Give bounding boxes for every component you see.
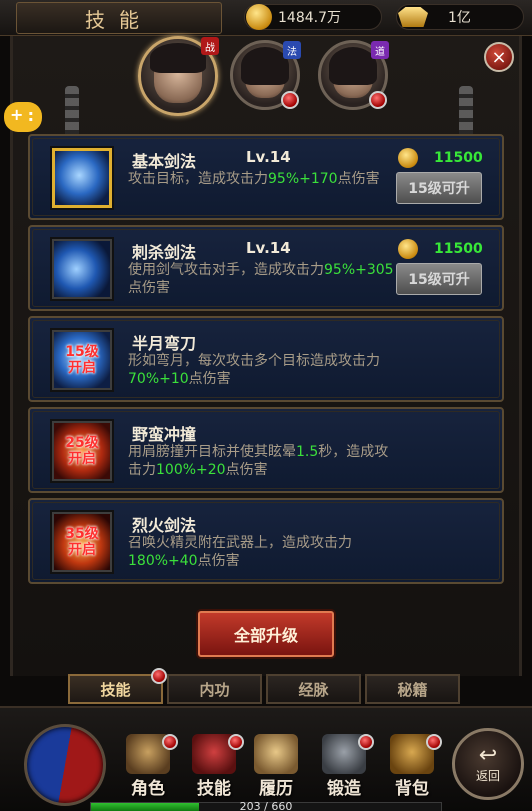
close-button[interactable]: ×: [484, 42, 514, 72]
skill-description: 形如弯月，每次攻击多个目标造成攻击力70%+10点伤害: [128, 353, 380, 387]
skill-description: 使用剑气攻击对手，造成攻击力95%+305点伤害: [128, 262, 394, 296]
cost-amount: 11500: [434, 241, 483, 257]
title-plate: 技能: [16, 2, 222, 34]
skill-description: 召唤火精灵附在武器上，造成攻击力180%+40点伤害: [128, 535, 352, 569]
skill-card[interactable]: 35级 开启 烈火剑法 召唤火精灵附在武器上，造成攻击力180%+40点伤害: [28, 498, 504, 584]
half-moon-icon[interactable]: 15级 开启: [52, 330, 112, 390]
gold-coin-icon: [398, 239, 418, 259]
cost-amount: 11500: [434, 150, 483, 166]
nav-forge-button[interactable]: 锻造: [314, 730, 374, 802]
unlock-level-label: 15级 开启: [65, 344, 99, 376]
skill-level: Lv.14: [246, 239, 291, 257]
sword-slash-icon[interactable]: [52, 148, 112, 208]
bottom-bar: 角色 技能 履历 锻造 背包 ↩ 返回 203 / 660: [0, 706, 532, 811]
notification-dot: [358, 734, 374, 750]
skill-card[interactable]: 15级 开启 半月弯刀 形如弯月，每次攻击多个目标造成攻击力70%+10点伤害: [28, 316, 504, 402]
skill-level: Lv.14: [246, 148, 291, 166]
page-title: 技能: [85, 7, 153, 32]
notification-dot: [151, 668, 167, 684]
tab-meridians[interactable]: 经脉: [266, 674, 361, 704]
upgrade-all-button[interactable]: 全部升级: [198, 611, 334, 657]
notification-dot: [426, 734, 442, 750]
unlock-level-label: 25级 开启: [65, 435, 99, 467]
unlock-level-label: 35级 开启: [65, 526, 99, 558]
character-portrait-warrior[interactable]: 战: [138, 36, 219, 116]
skill-name: 刺杀剑法: [132, 243, 197, 262]
skill-card[interactable]: 基本剑法 Lv.14 攻击目标，造成攻击力95%+170点伤害 11500 15…: [28, 134, 504, 220]
nav-character-button[interactable]: 角色: [118, 730, 178, 802]
back-button[interactable]: ↩ 返回: [452, 728, 524, 800]
skill-card[interactable]: 刺杀剑法 Lv.14 使用剑气攻击对手，造成攻击力95%+305点伤害 1150…: [28, 225, 504, 311]
flame-sword-icon[interactable]: 35级 开启: [52, 512, 112, 572]
top-bar: 技能 1484.7万 1亿: [0, 0, 532, 36]
scroll-icon: [254, 734, 298, 774]
class-tag: 法: [283, 41, 301, 59]
gold-coin-icon: [398, 148, 418, 168]
nav-bag-button[interactable]: 背包: [382, 730, 442, 802]
ingot-amount: 1亿: [448, 10, 471, 26]
class-tag: 战: [201, 37, 219, 55]
experience-text: 203 / 660: [239, 800, 293, 811]
skill-name: 烈火剑法: [132, 516, 197, 535]
gamepad-icon[interactable]: [4, 102, 42, 132]
ingot-display: 1亿: [398, 4, 518, 30]
charge-icon[interactable]: 25级 开启: [52, 421, 112, 481]
tab-inner-power[interactable]: 内功: [167, 674, 262, 704]
crescent-slash-icon[interactable]: [52, 239, 112, 299]
character-portrait-mage[interactable]: 法: [230, 40, 301, 110]
tab-skills[interactable]: 技能: [68, 668, 167, 704]
skill-description: 攻击目标，造成攻击力95%+170点伤害: [128, 171, 380, 187]
hp-mp-orb: [24, 724, 106, 806]
gold-ingot-icon: [398, 7, 428, 27]
nav-history-button[interactable]: 履历: [246, 730, 306, 802]
notification-dot: [162, 734, 178, 750]
tab-secret-books[interactable]: 秘籍: [365, 674, 460, 704]
skill-name: 基本剑法: [132, 152, 197, 171]
notification-dot: [228, 734, 244, 750]
skill-name: 野蛮冲撞: [132, 425, 197, 444]
upgrade-cost: 11500: [398, 148, 488, 170]
gold-coin-icon: [246, 4, 272, 30]
skill-name: 半月弯刀: [132, 334, 197, 353]
notification-dot: [281, 91, 299, 109]
experience-bar: 203 / 660: [90, 800, 442, 811]
skill-list: 基本剑法 Lv.14 攻击目标，造成攻击力95%+170点伤害 11500 15…: [28, 134, 504, 589]
upgrade-button[interactable]: 15级可升: [396, 263, 482, 295]
return-arrow-icon: ↩: [478, 742, 498, 768]
skill-tabs: 技能 内功 经脉 秘籍: [68, 668, 460, 706]
gold-display: 1484.7万: [246, 4, 376, 30]
skill-description: 用肩膀撞开目标并使其眩晕1.5秒，造成攻击力100%+20点伤害: [128, 444, 389, 478]
nav-skills-button[interactable]: 技能: [184, 730, 244, 802]
class-tag: 道: [371, 41, 389, 59]
upgrade-button[interactable]: 15级可升: [396, 172, 482, 204]
notification-dot: [369, 91, 387, 109]
character-portrait-taoist[interactable]: 道: [318, 40, 389, 110]
close-icon: ×: [491, 46, 507, 68]
upgrade-cost: 11500: [398, 239, 488, 261]
gold-amount: 1484.7万: [278, 10, 341, 26]
skill-card[interactable]: 25级 开启 野蛮冲撞 用肩膀撞开目标并使其眩晕1.5秒，造成攻击力100%+20…: [28, 407, 504, 493]
